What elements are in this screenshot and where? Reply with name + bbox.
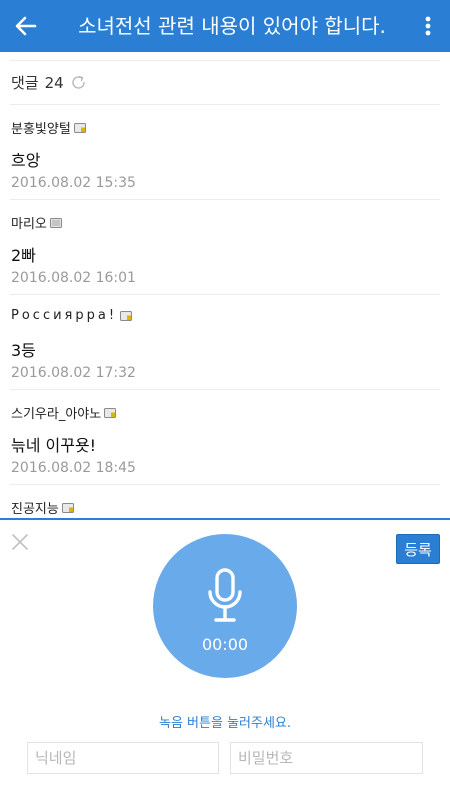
refresh-icon[interactable] (70, 74, 87, 91)
mobile-badge-icon (49, 217, 62, 228)
mobile-badge-icon (73, 122, 86, 133)
comment-text: 늒네 이꾸욧! (11, 436, 97, 455)
register-button[interactable]: 등록 (396, 534, 440, 564)
password-input[interactable] (230, 742, 423, 774)
mobile-badge-icon (61, 502, 74, 513)
comment-time: 2016.08.02 17:32 (11, 365, 136, 381)
list-item[interactable]: 진공지능 (10, 485, 440, 519)
comment-count-label: 댓글 (11, 74, 39, 92)
comment-nickname: 스기우라_아야노 (11, 407, 102, 422)
comment-text: 2빠 (11, 246, 36, 265)
voice-comment-panel: 등록 00:00 녹음 버튼을 눌러주세요. (0, 518, 450, 800)
list-item[interactable]: 마리오 2빠 2016.08.02 16:01 (10, 200, 440, 295)
comment-nickname: 진공지능 (11, 502, 59, 517)
comment-count-row: 댓글 24 (10, 60, 440, 105)
comment-list[interactable]: 댓글 24 분홍빛양털 흐앙 2016.08.02 15:35 마리오 2빠 2… (0, 52, 450, 519)
list-item[interactable]: 스기우라_아야노 늒네 이꾸욧! 2016.08.02 18:45 (10, 390, 440, 485)
page-title: 소녀전선 관련 내용이 있어야 합니다. (78, 14, 386, 38)
comment-time: 2016.08.02 15:35 (11, 175, 136, 191)
microphone-icon (208, 568, 242, 622)
comment-text: 3등 (11, 341, 36, 360)
arrow-left-icon[interactable] (10, 10, 42, 42)
more-vertical-icon[interactable] (414, 10, 442, 42)
record-hint: 녹음 버튼을 눌러주세요. (159, 716, 291, 731)
list-item[interactable]: 분홍빛양털 흐앙 2016.08.02 15:35 (10, 105, 440, 200)
mobile-badge-icon (104, 407, 117, 418)
nickname-input[interactable] (27, 742, 219, 774)
mobile-badge-icon (120, 310, 133, 321)
comment-text: 흐앙 (11, 151, 41, 170)
comment-count: 24 (44, 73, 64, 92)
list-item[interactable]: Россиярра! 3등 2016.08.02 17:32 (10, 295, 440, 390)
comment-nickname: Россиярра! (11, 308, 118, 323)
close-icon[interactable] (10, 532, 30, 552)
comment-nickname: 마리오 (11, 217, 47, 232)
comment-time: 2016.08.02 18:45 (11, 460, 136, 476)
record-button[interactable]: 00:00 (153, 534, 297, 678)
record-timer: 00:00 (201, 635, 249, 654)
comment-nickname: 분홍빛양털 (11, 122, 71, 137)
comment-time: 2016.08.02 16:01 (11, 270, 136, 286)
app-bar: 소녀전선 관련 내용이 있어야 합니다. (0, 0, 450, 52)
